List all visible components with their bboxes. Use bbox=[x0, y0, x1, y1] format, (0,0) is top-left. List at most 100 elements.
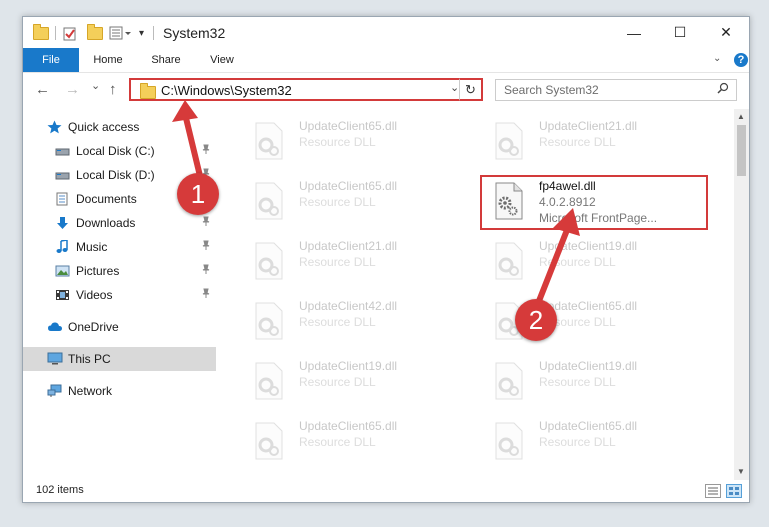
callout-badge-1: 1 bbox=[177, 173, 219, 215]
address-dropdown-icon[interactable]: ⌄ bbox=[450, 81, 459, 94]
recent-locations-button[interactable]: ⌄ bbox=[91, 79, 100, 92]
file-list: UpdateClient65.dll Resource DLL UpdateCl… bbox=[216, 109, 734, 480]
details-view-button[interactable] bbox=[705, 484, 721, 498]
file-item[interactable]: UpdateClient65.dll Resource DLL bbox=[242, 417, 472, 465]
minimize-button[interactable]: — bbox=[611, 17, 657, 48]
sidebar-item-label: Quick access bbox=[68, 120, 140, 134]
expand-ribbon-icon[interactable]: ⌄ bbox=[713, 53, 721, 64]
search-icon[interactable] bbox=[717, 82, 729, 97]
help-icon[interactable]: ? bbox=[734, 53, 748, 67]
up-button[interactable]: ↑ bbox=[109, 81, 117, 98]
drive-icon bbox=[55, 144, 70, 157]
drive-icon bbox=[55, 168, 70, 181]
file-type: Resource DLL bbox=[539, 435, 616, 449]
sidebar-item-label: Downloads bbox=[76, 216, 136, 230]
scrollbar-thumb[interactable] bbox=[737, 125, 746, 176]
window-title: System32 bbox=[163, 25, 226, 41]
refresh-button[interactable]: ↻ bbox=[459, 78, 483, 101]
sidebar-item-pictures[interactable]: Pictures bbox=[23, 259, 216, 283]
file-name: UpdateClient19.dll bbox=[539, 239, 638, 253]
tab-file[interactable]: File bbox=[23, 48, 79, 72]
file-item[interactable]: UpdateClient21.dll Resource DLL bbox=[242, 237, 472, 285]
file-type: Resource DLL bbox=[299, 135, 376, 149]
sidebar-item-label: Music bbox=[76, 240, 108, 254]
dll-file-icon bbox=[490, 241, 526, 281]
sidebar-item-videos[interactable]: Videos bbox=[23, 283, 216, 307]
customize-toolbar-icon[interactable] bbox=[109, 25, 139, 41]
file-item[interactable]: UpdateClient65.dll Resource DLL bbox=[242, 177, 472, 225]
tab-share[interactable]: Share bbox=[143, 48, 189, 72]
file-type: Resource DLL bbox=[539, 135, 616, 149]
address-bar[interactable]: C:\Windows\System32 ⌄ bbox=[129, 78, 481, 101]
network-icon bbox=[47, 384, 62, 397]
pin-icon[interactable] bbox=[201, 288, 211, 301]
tab-view[interactable]: View bbox=[199, 48, 245, 72]
sidebar-item-network[interactable]: Network bbox=[23, 379, 216, 403]
file-type: Resource DLL bbox=[299, 375, 376, 389]
properties-icon[interactable] bbox=[63, 25, 77, 41]
maximize-button[interactable]: ☐ bbox=[657, 17, 703, 48]
file-name: UpdateClient65.dll bbox=[539, 419, 638, 433]
status-bar: 102 items bbox=[23, 480, 749, 502]
sidebar-item-downloads[interactable]: Downloads bbox=[23, 211, 216, 235]
divider bbox=[55, 26, 56, 40]
file-name: UpdateClient42.dll bbox=[299, 299, 398, 313]
address-path[interactable]: C:\Windows\System32 bbox=[161, 83, 292, 98]
folder-icon bbox=[140, 83, 156, 99]
scroll-up-icon[interactable]: ▲ bbox=[737, 112, 745, 121]
search-placeholder: Search System32 bbox=[504, 83, 599, 97]
pin-icon[interactable] bbox=[201, 264, 211, 277]
folder-icon bbox=[33, 23, 49, 41]
back-button[interactable]: ← bbox=[35, 81, 50, 98]
pin-icon[interactable] bbox=[201, 216, 211, 229]
file-type: Resource DLL bbox=[299, 195, 376, 209]
file-name: UpdateClient21.dll bbox=[539, 119, 638, 133]
dll-file-icon bbox=[250, 301, 286, 341]
large-icons-view-button[interactable] bbox=[726, 484, 742, 498]
vertical-scrollbar[interactable]: ▲ ▼ bbox=[734, 109, 749, 480]
music-icon bbox=[55, 239, 70, 253]
navigation-pane: Quick access Local Disk (C:) Local Disk … bbox=[23, 109, 216, 480]
search-input[interactable]: Search System32 bbox=[495, 79, 737, 101]
file-item[interactable]: UpdateClient65.dll Resource DLL bbox=[482, 417, 712, 465]
pin-icon[interactable] bbox=[201, 240, 211, 253]
sidebar-item-label: Documents bbox=[76, 192, 137, 206]
dll-file-icon bbox=[490, 361, 526, 401]
file-explorer-window: ▾ System32 — ☐ ✕ File Home Share View ⌄ … bbox=[22, 16, 750, 503]
file-item[interactable]: UpdateClient21.dll Resource DLL bbox=[482, 117, 712, 165]
sidebar-item-music[interactable]: Music bbox=[23, 235, 216, 259]
file-item[interactable]: UpdateClient42.dll Resource DLL bbox=[242, 297, 472, 345]
quick-access-dropdown-icon[interactable]: ▾ bbox=[139, 25, 144, 41]
new-folder-icon[interactable] bbox=[87, 23, 103, 41]
sidebar-item-label: Local Disk (C:) bbox=[76, 144, 155, 158]
computer-icon bbox=[47, 352, 63, 365]
file-item[interactable]: UpdateClient19.dll Resource DLL bbox=[482, 357, 712, 405]
file-type: Resource DLL bbox=[539, 375, 616, 389]
sidebar-item-onedrive[interactable]: OneDrive bbox=[23, 315, 216, 339]
dll-file-icon bbox=[250, 121, 286, 161]
dll-file-icon bbox=[250, 241, 286, 281]
forward-button[interactable]: → bbox=[65, 81, 80, 98]
file-item[interactable]: UpdateClient65.dll Resource DLL bbox=[242, 117, 472, 165]
file-type: Resource DLL bbox=[539, 255, 616, 269]
divider bbox=[153, 26, 154, 40]
dll-file-icon bbox=[250, 421, 286, 461]
tab-home[interactable]: Home bbox=[85, 48, 131, 72]
scroll-down-icon[interactable]: ▼ bbox=[737, 467, 745, 476]
file-item[interactable]: UpdateClient19.dll Resource DLL bbox=[482, 237, 712, 285]
file-type: Resource DLL bbox=[299, 255, 376, 269]
sidebar-item-quick-access[interactable]: Quick access bbox=[23, 115, 216, 139]
download-icon bbox=[55, 216, 70, 229]
pin-icon[interactable] bbox=[201, 144, 211, 157]
sidebar-item-label: Pictures bbox=[76, 264, 120, 278]
dll-file-icon bbox=[250, 181, 286, 221]
sidebar-item-local-disk-c[interactable]: Local Disk (C:) bbox=[23, 139, 216, 163]
item-count: 102 items bbox=[36, 484, 84, 496]
sidebar-item-label: Local Disk (D:) bbox=[76, 168, 155, 182]
close-button[interactable]: ✕ bbox=[703, 17, 749, 48]
cloud-icon bbox=[47, 320, 62, 333]
file-item[interactable]: UpdateClient19.dll Resource DLL bbox=[242, 357, 472, 405]
file-name: UpdateClient19.dll bbox=[539, 359, 638, 373]
sidebar-item-this-pc[interactable]: This PC bbox=[23, 347, 216, 371]
file-name: UpdateClient21.dll bbox=[299, 239, 398, 253]
